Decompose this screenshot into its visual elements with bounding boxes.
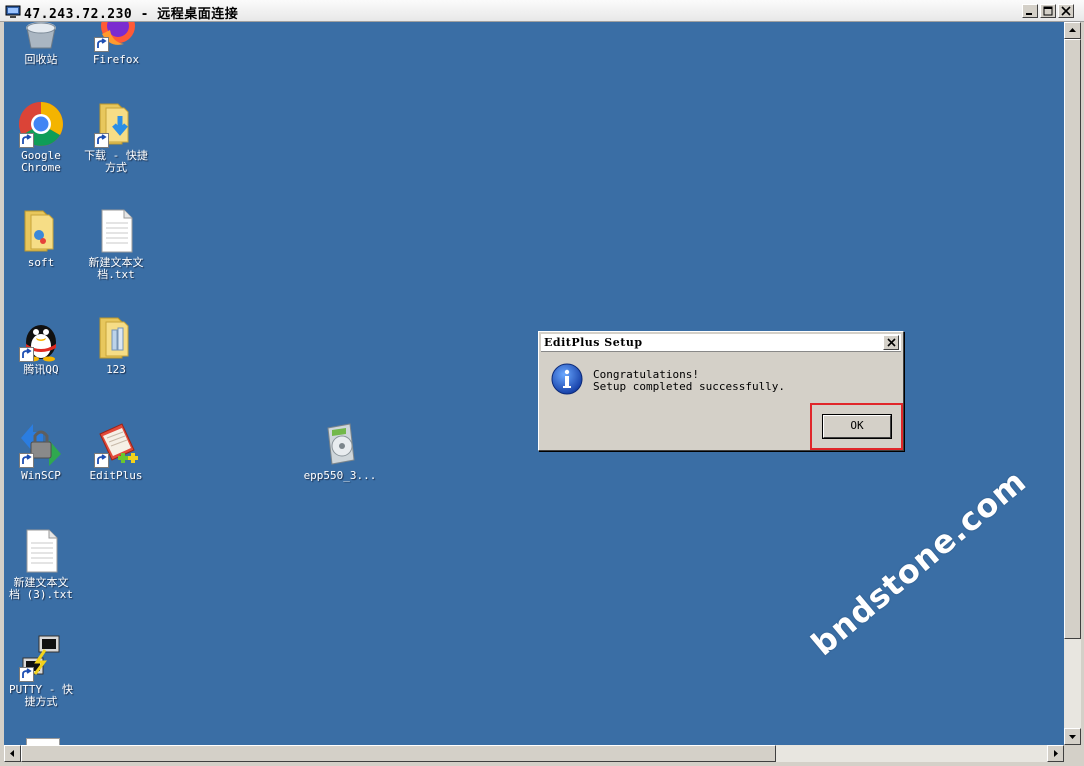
scroll-right-button[interactable] xyxy=(1047,745,1064,762)
minimize-button[interactable] xyxy=(1022,4,1038,18)
arrow-left-icon xyxy=(10,750,14,757)
desktop-icon-label: Google Chrome xyxy=(21,149,61,174)
partial-file-icon[interactable] xyxy=(26,738,60,745)
close-icon xyxy=(1061,6,1071,16)
desktop-icon-qq[interactable]: 腾讯QQ xyxy=(4,314,80,376)
shortcut-arrow-icon xyxy=(19,347,34,362)
desktop-icon-downloads-shortcut[interactable]: 下载 - 快捷 方式 xyxy=(77,100,155,174)
desktop-icon-label: Firefox xyxy=(92,53,140,66)
horizontal-scroll-thumb[interactable] xyxy=(21,745,776,762)
desktop-icon-label: soft xyxy=(27,256,55,269)
chrome-icon xyxy=(17,100,65,148)
shortcut-arrow-icon xyxy=(94,453,109,468)
recycle-bin-icon xyxy=(17,22,65,52)
desktop-icon-label: 回收站 xyxy=(24,53,58,66)
shortcut-arrow-icon xyxy=(19,667,34,682)
remote-desktop-icon xyxy=(5,4,21,18)
arrow-up-icon xyxy=(1069,28,1076,32)
desktop-icon-winscp[interactable]: WinSCP xyxy=(4,420,80,482)
window-controls xyxy=(1022,4,1074,18)
desktop-icon-epp-installer[interactable]: epp550_3... xyxy=(301,420,379,482)
desktop-icon-editplus[interactable]: EditPlus xyxy=(77,420,155,482)
dialog-title: EditPlus Setup xyxy=(544,336,643,349)
desktop-icon-123-folder[interactable]: 123 xyxy=(77,314,155,376)
dialog-message: Congratulations! Setup completed success… xyxy=(593,369,785,393)
folder-icon xyxy=(17,207,65,255)
desktop-icon-label: 新建文本文 档 (3).txt xyxy=(9,576,73,601)
arrow-right-icon xyxy=(1054,750,1058,757)
desktop-icon-recycle-bin[interactable]: 回收站 xyxy=(4,22,80,66)
desktop-icon-label: WinSCP xyxy=(21,469,61,482)
info-icon xyxy=(551,363,583,395)
desktop-icon-soft-folder[interactable]: soft xyxy=(4,207,80,269)
scroll-left-button[interactable] xyxy=(4,745,21,762)
desktop-icon-text-file-3[interactable]: 新建文本文 档 (3).txt xyxy=(4,527,80,601)
vertical-scrollbar[interactable] xyxy=(1064,22,1081,745)
maximize-button[interactable] xyxy=(1040,4,1056,18)
close-icon xyxy=(887,338,896,347)
scroll-down-button[interactable] xyxy=(1064,728,1081,745)
desktop-icon-label: PUTTY - 快 捷方式 xyxy=(9,683,73,708)
firefox-icon xyxy=(92,22,140,52)
arrow-down-icon xyxy=(1069,735,1076,739)
vertical-scroll-thumb[interactable] xyxy=(1064,39,1081,639)
desktop-icon-label: 新建文本文 档.txt xyxy=(88,256,144,281)
shortcut-arrow-icon xyxy=(19,133,34,148)
remote-desktop[interactable]: 回收站 Firefox Google Chrome 下载 - 快捷 方式 sof… xyxy=(4,22,1064,745)
desktop-icon-firefox[interactable]: Firefox xyxy=(77,22,155,66)
shortcut-arrow-icon xyxy=(19,453,34,468)
dialog-close-button[interactable] xyxy=(883,335,899,350)
dialog-titlebar[interactable]: EditPlus Setup xyxy=(541,334,901,352)
text-file-icon xyxy=(17,527,65,575)
desktop-icon-label: EditPlus xyxy=(89,469,143,482)
horizontal-scrollbar[interactable] xyxy=(4,745,1064,762)
window-titlebar[interactable]: 47.243.72.230 - 远程桌面连接 xyxy=(0,0,1084,22)
dialog-message-line: Setup completed successfully. xyxy=(593,380,786,393)
qq-icon xyxy=(17,314,65,362)
desktop-icon-label: 下载 - 快捷 方式 xyxy=(84,149,148,174)
putty-icon xyxy=(17,634,65,682)
winscp-icon xyxy=(17,420,65,468)
shortcut-arrow-icon xyxy=(94,133,109,148)
installer-icon xyxy=(316,420,364,468)
desktop-icon-putty-shortcut[interactable]: PUTTY - 快 捷方式 xyxy=(4,634,80,708)
downloads-folder-icon xyxy=(92,100,140,148)
editplus-setup-dialog: EditPlus Setup Congratulations! Setup co… xyxy=(538,331,904,451)
scrollbar-corner xyxy=(1064,745,1081,762)
desktop-icon-text-file[interactable]: 新建文本文 档.txt xyxy=(77,207,155,281)
window-title: 47.243.72.230 - 远程桌面连接 xyxy=(24,7,239,22)
minimize-icon xyxy=(1026,13,1032,15)
maximize-icon xyxy=(1043,6,1053,16)
desktop-icon-label: epp550_3... xyxy=(303,469,377,482)
text-file-icon xyxy=(92,207,140,255)
scroll-up-button[interactable] xyxy=(1064,22,1081,39)
close-button[interactable] xyxy=(1058,4,1074,18)
folder-icon xyxy=(92,314,140,362)
editplus-icon xyxy=(92,420,140,468)
desktop-icon-label: 123 xyxy=(106,363,126,376)
watermark-text: bndstone.com xyxy=(804,461,1034,664)
desktop-icon-label: 腾讯QQ xyxy=(23,363,59,376)
ok-button[interactable]: OK xyxy=(822,414,892,439)
desktop-icon-google-chrome[interactable]: Google Chrome xyxy=(4,100,80,174)
shortcut-arrow-icon xyxy=(94,37,109,52)
